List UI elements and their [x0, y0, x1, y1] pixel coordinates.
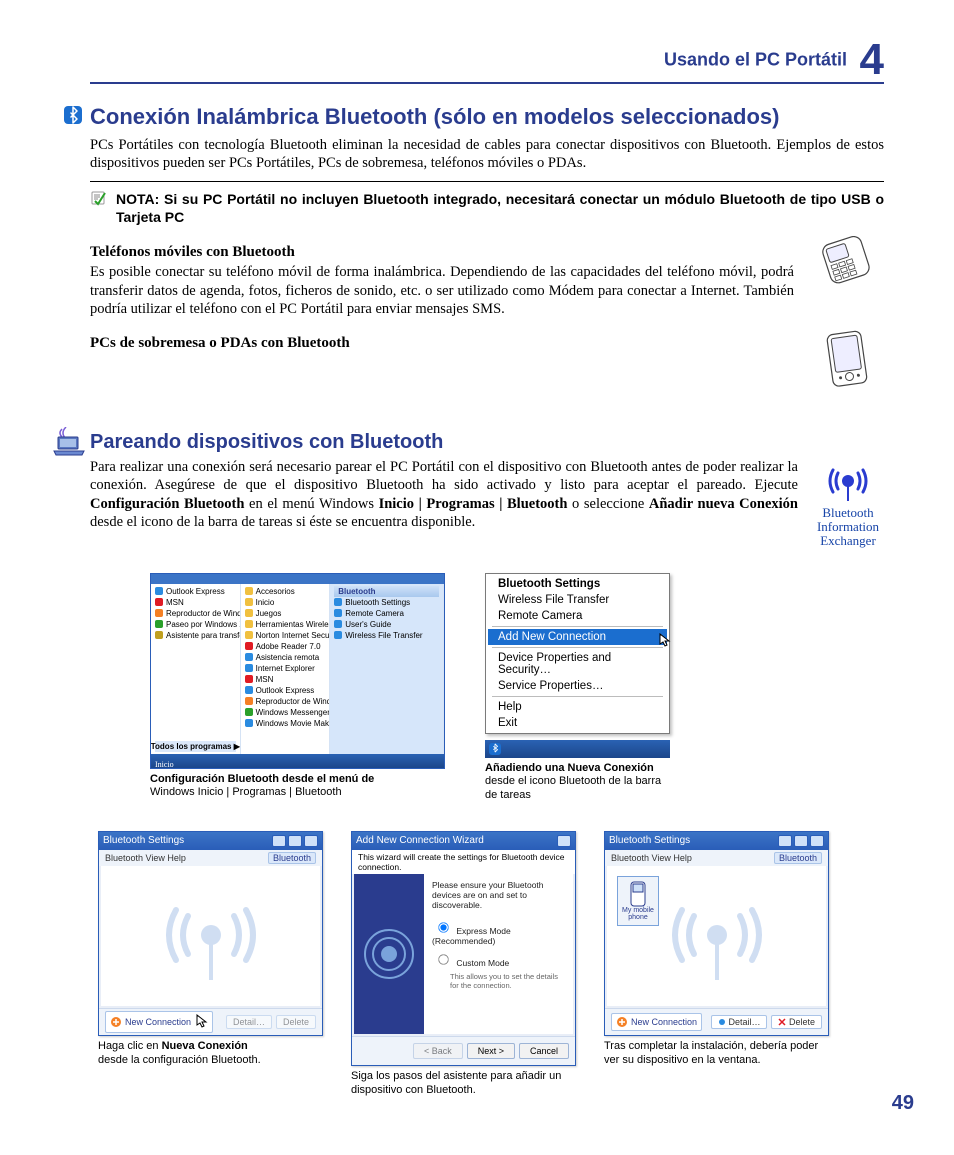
cursor-icon	[659, 633, 671, 650]
page-header: Usando el PC Portátil 4	[90, 40, 884, 84]
start-menu-caption: Configuración Bluetooth desde el menú de…	[150, 773, 445, 801]
start-menu-item[interactable]: Juegos	[245, 608, 326, 619]
background-wireless-icon	[662, 880, 772, 992]
win1-caption: Haga clic en Nueva Conexión desde la con…	[98, 1040, 323, 1068]
bluetooth-settings-window-1: Bluetooth Settings Bluetooth View Help B…	[98, 831, 323, 1068]
bluetooth-tag: Bluetooth	[268, 852, 316, 864]
back-button[interactable]: < Back	[413, 1043, 463, 1059]
start-menu-item[interactable]: MSN	[155, 597, 236, 608]
subheading-phones: Teléfonos móviles con Bluetooth	[90, 244, 794, 261]
start-menu-item[interactable]: Outlook Express	[155, 586, 236, 597]
window-controls[interactable]	[557, 835, 571, 847]
window-menubar[interactable]: Bluetooth View Help	[611, 853, 692, 863]
note-text: NOTA: Si su PC Portátil no incluyen Blue…	[116, 190, 884, 226]
start-menu-item[interactable]: Reproductor de Windows Media	[155, 608, 236, 619]
start-menu-item[interactable]: Remote Camera	[334, 608, 439, 619]
note-icon	[90, 190, 106, 206]
add-connection-wizard-window: Add New Connection Wizard This wizard wi…	[351, 831, 576, 1098]
custom-mode-radio[interactable]: Custom Mode	[432, 950, 565, 968]
intro-text: PCs Portátiles con tecnología Bluetooth …	[90, 136, 884, 173]
win3-caption: Tras completar la instalación, debería p…	[604, 1040, 829, 1068]
cancel-button[interactable]: Cancel	[519, 1043, 569, 1059]
wizard-subtitle: This wizard will create the settings for…	[358, 852, 569, 872]
wizard-graphic	[354, 874, 424, 1034]
mobile-phone-illustration	[806, 236, 884, 284]
context-menu-item[interactable]: Bluetooth Settings	[488, 576, 667, 592]
start-menu-item[interactable]: MSN	[245, 674, 326, 685]
start-menu-item[interactable]: Reproductor de Windows Media	[245, 696, 326, 707]
menu-separator	[492, 626, 663, 627]
cursor-icon	[196, 1014, 208, 1030]
new-connection-button[interactable]: New Connection	[611, 1013, 702, 1031]
tray-bluetooth-icon[interactable]	[489, 743, 501, 755]
start-menu-item[interactable]: Wireless File Transfer	[334, 630, 439, 641]
start-menu-item[interactable]: Asistente para transferencia de archivos…	[155, 630, 236, 641]
page-number: 49	[892, 1092, 914, 1115]
pairing-heading: Pareando dispositivos con Bluetooth	[90, 431, 884, 454]
window-title: Add New Connection Wizard	[356, 835, 484, 846]
context-menu-item[interactable]: Device Properties and Security…	[488, 650, 667, 678]
context-menu-caption: Añadiendo una Nueva Conexión desde el ic…	[485, 762, 670, 803]
menu-separator	[492, 647, 663, 648]
bluetooth-tag: Bluetooth	[774, 852, 822, 864]
laptop-wireless-icon	[52, 427, 86, 457]
express-mode-radio[interactable]: Express Mode (Recommended)	[432, 918, 565, 946]
next-button[interactable]: Next >	[467, 1043, 515, 1059]
delete-button[interactable]: Delete	[276, 1015, 316, 1029]
pairing-text: Para realizar una conexión será necesari…	[90, 458, 798, 532]
subheading-pdas: PCs de sobremesa o PDAs con Bluetooth	[90, 335, 794, 352]
win2-caption: Siga los pasos del asistente para añadir…	[351, 1070, 576, 1098]
divider	[90, 181, 884, 182]
start-menu-item[interactable]: Internet Explorer	[245, 663, 326, 674]
context-menu-item[interactable]: Service Properties…	[488, 678, 667, 694]
context-menu-item[interactable]: Help	[488, 699, 667, 715]
section-heading: Conexión Inalámbrica Bluetooth (sólo en …	[90, 104, 884, 130]
context-menu-item[interactable]: Wireless File Transfer	[488, 592, 667, 608]
bluetooth-exchanger-icon: Bluetooth Information Exchanger	[812, 458, 884, 549]
bluetooth-folder-header: Bluetooth	[334, 586, 439, 597]
menu-separator	[492, 696, 663, 697]
start-menu-item[interactable]: Paseo por Windows XP	[155, 619, 236, 630]
window-title: Bluetooth Settings	[609, 835, 690, 846]
paired-device-icon[interactable]: My mobile phone	[617, 876, 659, 926]
start-menu-item[interactable]: Asistencia remota	[245, 652, 326, 663]
window-controls[interactable]	[778, 835, 824, 847]
pda-illustration	[806, 327, 884, 391]
start-menu-item[interactable]: Herramientas Wireless Utility Platform	[245, 619, 326, 630]
delete-button[interactable]: Delete	[771, 1015, 822, 1029]
bluetooth-icon	[64, 106, 82, 124]
start-menu-item[interactable]: Adobe Reader 7.0	[245, 641, 326, 652]
bluetooth-exchanger-label: Bluetooth Information Exchanger	[812, 506, 884, 549]
header-title: Usando el PC Portátil	[664, 49, 847, 69]
context-menu-item[interactable]: Add New Connection	[488, 629, 667, 645]
custom-mode-hint: This allows you to set the details for t…	[450, 972, 565, 990]
context-menu-item[interactable]: Remote Camera	[488, 608, 667, 624]
start-menu-item[interactable]: Windows Movie Maker	[245, 718, 326, 729]
start-button[interactable]: Inicio	[151, 759, 178, 770]
window-controls[interactable]	[272, 835, 318, 847]
background-wireless-icon	[156, 880, 266, 992]
start-menu-screenshot: Outlook ExpressMSNReproductor de Windows…	[150, 573, 445, 801]
start-menu-item[interactable]: Windows Messenger	[245, 707, 326, 718]
window-title: Bluetooth Settings	[103, 835, 184, 846]
start-menu-item[interactable]: Outlook Express	[245, 685, 326, 696]
all-programs-item[interactable]: Todos los programas ▶	[155, 741, 236, 752]
detail-button[interactable]: Detail…	[226, 1015, 272, 1029]
wizard-hint: Please ensure your Bluetooth devices are…	[432, 880, 565, 910]
context-menu-screenshot: Bluetooth SettingsWireless File Transfer…	[485, 573, 670, 803]
bluetooth-settings-window-2: Bluetooth Settings Bluetooth View Help B…	[604, 831, 829, 1068]
start-menu-item[interactable]: Accesorios	[245, 586, 326, 597]
window-menubar[interactable]: Bluetooth View Help	[105, 853, 186, 863]
detail-button[interactable]: Detail…	[711, 1015, 768, 1029]
context-menu-item[interactable]: Exit	[488, 715, 667, 731]
start-menu-item[interactable]: Bluetooth Settings	[334, 597, 439, 608]
chapter-number: 4	[860, 35, 884, 84]
new-connection-button[interactable]: New Connection	[105, 1011, 213, 1033]
start-menu-item[interactable]: Norton Internet Security	[245, 630, 326, 641]
phones-text: Es posible conectar su teléfono móvil de…	[90, 263, 794, 319]
start-menu-item[interactable]: User's Guide	[334, 619, 439, 630]
start-menu-item[interactable]: Inicio	[245, 597, 326, 608]
